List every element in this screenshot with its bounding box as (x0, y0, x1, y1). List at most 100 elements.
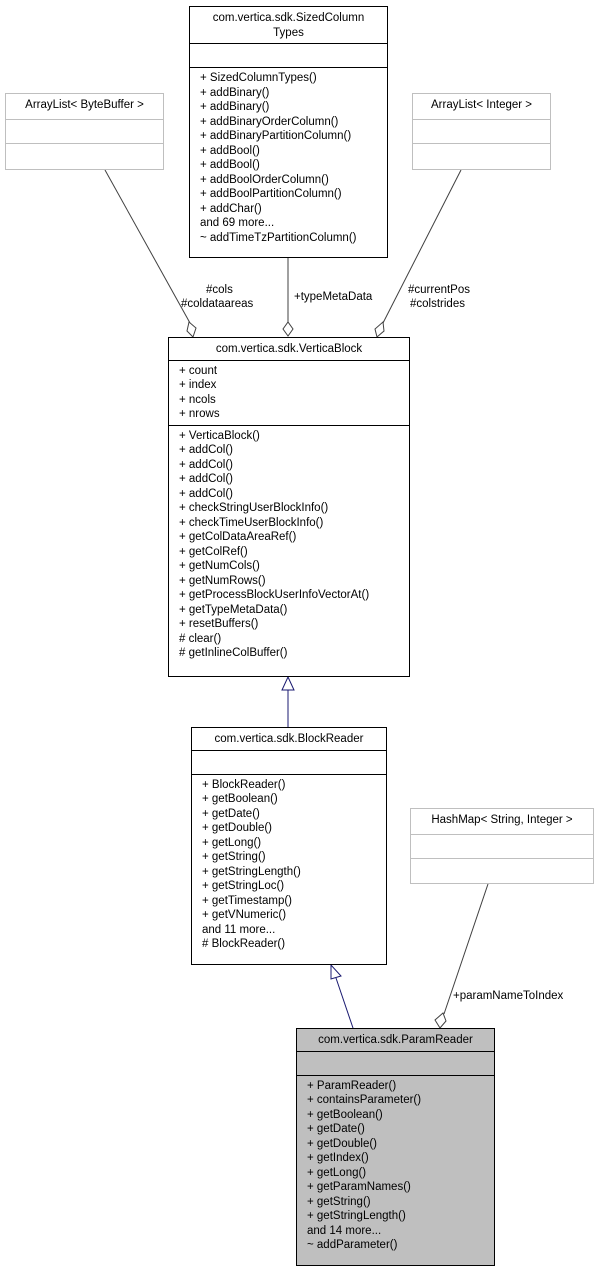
attribute[interactable]: + ncols (179, 393, 399, 408)
class-title: com.vertica.sdk.ParamReader (297, 1029, 494, 1051)
class-title: HashMap< String, Integer > (411, 809, 593, 834)
method[interactable]: + BlockReader() (202, 778, 376, 793)
class-name: com.vertica.sdk.VerticaBlock (215, 343, 363, 355)
edge-inherits-block-reader (335, 977, 354, 1029)
class-title: ArrayList< Integer > (413, 94, 550, 119)
method[interactable]: + ParamReader() (307, 1079, 484, 1094)
edge-label-type-meta-data: +typeMetaData (294, 291, 373, 303)
methods-section: + ParamReader() + containsParameter() + … (297, 1074, 494, 1254)
attributes-section (190, 43, 387, 67)
more-methods: and 14 more... (307, 1224, 382, 1237)
aggregation-diamond-param-name-to-index (434, 1012, 447, 1029)
method[interactable]: + getStringLength() (307, 1209, 484, 1224)
class-sized-column-types[interactable]: com.vertica.sdk.SizedColumn Types + Size… (189, 6, 388, 258)
class-name: com.vertica.sdk.ParamReader (318, 1034, 473, 1046)
method[interactable]: + getParamNames() (307, 1180, 484, 1195)
method[interactable]: + getString() (202, 850, 376, 865)
method[interactable]: + getBoolean() (202, 792, 376, 807)
attributes-section (297, 1050, 494, 1075)
method[interactable]: + addBool() (200, 144, 377, 159)
method[interactable]: # clear() (179, 632, 399, 647)
attribute[interactable]: + count (179, 364, 399, 379)
method[interactable]: + addBinaryPartitionColumn() (200, 129, 377, 144)
method[interactable]: # getInlineColBuffer() (179, 646, 399, 661)
method[interactable]: + getDouble() (307, 1137, 484, 1152)
method[interactable]: + getDate() (202, 807, 376, 822)
class-arraylist-bytebuffer[interactable]: ArrayList< ByteBuffer > (5, 93, 164, 170)
method[interactable]: + getProcessBlockUserInfoVectorAt() (179, 588, 399, 603)
methods-section (413, 143, 550, 167)
method[interactable]: + getNumRows() (179, 574, 399, 589)
method[interactable]: + checkStringUserBlockInfo() (179, 501, 399, 516)
method[interactable]: + addBinary() (200, 100, 377, 115)
method[interactable]: + getDouble() (202, 821, 376, 836)
method[interactable]: + getIndex() (307, 1151, 484, 1166)
method[interactable]: ~ addTimeTzPartitionColumn() (200, 231, 377, 246)
method[interactable]: + getTypeMetaData() (179, 603, 399, 618)
method[interactable]: + getStringLength() (202, 865, 376, 880)
edge-label-coldataareas: #coldataareas (181, 298, 254, 310)
method[interactable]: + getDate() (307, 1122, 484, 1137)
attributes-section (192, 749, 386, 774)
more-methods: and 11 more... (202, 923, 276, 936)
class-title: ArrayList< ByteBuffer > (6, 94, 163, 119)
inheritance-arrow-vertica-block (281, 675, 295, 691)
method[interactable]: + getString() (307, 1195, 484, 1210)
method[interactable]: + addCol() (179, 458, 399, 473)
method[interactable]: + addBool() (200, 158, 377, 173)
attributes-section (411, 834, 593, 858)
method[interactable]: + checkTimeUserBlockInfo() (179, 516, 399, 531)
method[interactable]: + addBoolPartitionColumn() (200, 187, 377, 202)
class-hashmap[interactable]: HashMap< String, Integer > (410, 808, 594, 884)
method[interactable]: + getStringLoc() (202, 879, 376, 894)
class-block-reader[interactable]: com.vertica.sdk.BlockReader + BlockReade… (191, 727, 387, 965)
class-name: com.vertica.sdk.BlockReader (214, 733, 364, 745)
attribute[interactable]: + nrows (179, 407, 399, 422)
method[interactable]: + addCol() (179, 443, 399, 458)
class-vertica-block[interactable]: com.vertica.sdk.VerticaBlock + count + i… (168, 337, 410, 677)
aggregation-diamond-current-pos (374, 320, 385, 338)
methods-section (411, 858, 593, 882)
attributes-section: + count + index + ncols + nrows (169, 359, 409, 425)
method[interactable]: + addBinary() (200, 86, 377, 101)
method[interactable]: + resetBuffers() (179, 617, 399, 632)
attributes-section (6, 119, 163, 143)
class-title: com.vertica.sdk.VerticaBlock (169, 338, 409, 360)
method[interactable]: + SizedColumnTypes() (200, 71, 377, 86)
edge-cols (104, 169, 191, 324)
method[interactable]: + getTimestamp() (202, 894, 376, 909)
class-name: ArrayList< Integer > (431, 99, 532, 111)
inheritance-arrow-block-reader (330, 963, 342, 980)
aggregation-diamond-cols (186, 321, 197, 338)
method[interactable]: + getColRef() (179, 545, 399, 560)
class-param-reader[interactable]: com.vertica.sdk.ParamReader + ParamReade… (296, 1028, 495, 1266)
method[interactable]: + addCol() (179, 472, 399, 487)
aggregation-diamond-type-meta-data (282, 321, 294, 337)
method[interactable]: + getNumCols() (179, 559, 399, 574)
methods-section: + VerticaBlock() + addCol() + addCol() +… (169, 424, 409, 662)
edge-label-colstrides: #colstrides (410, 298, 465, 310)
edge-label-param-name-to-index: +paramNameToIndex (453, 990, 564, 1002)
attributes-section (413, 119, 550, 143)
method[interactable]: + addChar() (200, 202, 377, 217)
method[interactable]: + addBinaryOrderColumn() (200, 115, 377, 130)
method[interactable]: # BlockReader() (202, 937, 376, 952)
method[interactable]: + getVNumeric() (202, 908, 376, 923)
method[interactable]: + getColDataAreaRef() (179, 530, 399, 545)
class-name: ArrayList< ByteBuffer > (25, 99, 144, 111)
method[interactable]: + getLong() (307, 1166, 484, 1181)
method[interactable]: ~ addParameter() (307, 1238, 484, 1253)
method[interactable]: + getLong() (202, 836, 376, 851)
class-name-line2: Types (273, 26, 304, 39)
method[interactable]: + getBoolean() (307, 1108, 484, 1123)
method[interactable]: + addCol() (179, 487, 399, 502)
method[interactable]: + VerticaBlock() (179, 429, 399, 444)
class-arraylist-integer[interactable]: ArrayList< Integer > (412, 93, 551, 170)
method[interactable]: + containsParameter() (307, 1093, 484, 1108)
class-name: HashMap< String, Integer > (431, 814, 573, 826)
attribute[interactable]: + index (179, 378, 399, 393)
edge-label-cols: #cols (206, 284, 233, 296)
more-methods: and 69 more... (200, 217, 275, 229)
method[interactable]: + addBoolOrderColumn() (200, 173, 377, 188)
methods-section: + SizedColumnTypes() + addBinary() + add… (190, 67, 387, 246)
